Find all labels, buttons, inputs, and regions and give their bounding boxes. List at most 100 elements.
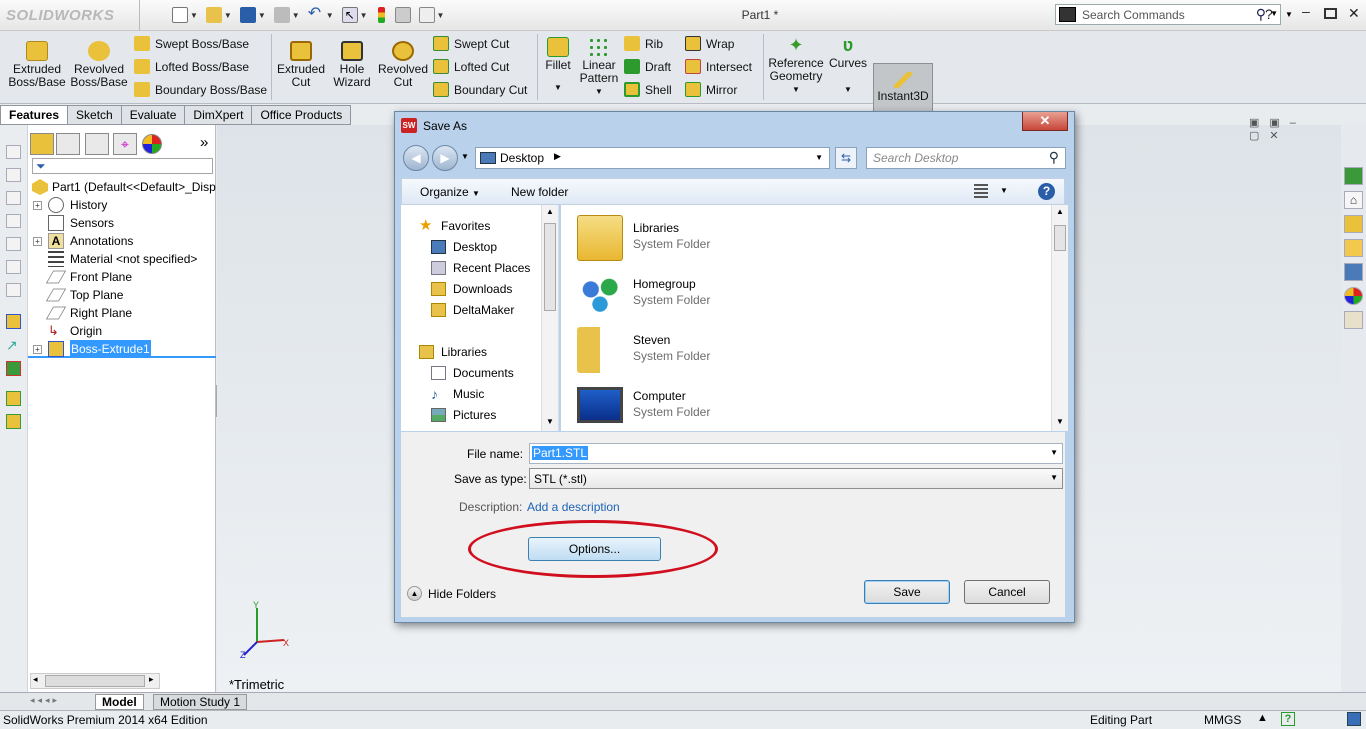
hole-wizard-button[interactable]: Hole Wizard	[328, 41, 376, 89]
select-icon[interactable]: ↖	[341, 7, 358, 23]
home-icon[interactable]: ⌂	[1344, 191, 1363, 209]
scroll-down-icon[interactable]: ▼	[1056, 417, 1064, 426]
feature-icon[interactable]	[6, 414, 21, 429]
tree-item-history[interactable]: + History	[28, 196, 216, 214]
file-item-steven[interactable]: Steven System Folder	[577, 325, 877, 377]
file-name-input[interactable]: Part1.STL ▼	[529, 443, 1063, 464]
scroll-down-icon[interactable]: ▼	[546, 417, 554, 426]
new-folder-button[interactable]: New folder	[511, 185, 568, 199]
print-icon[interactable]	[273, 7, 290, 23]
chevron-down-icon[interactable]: ▼	[258, 11, 266, 20]
extruded-cut-button[interactable]: Extruded Cut	[276, 41, 326, 89]
chevron-down-icon[interactable]: ▼	[326, 11, 334, 20]
tree-item-right-plane[interactable]: Right Plane	[28, 304, 216, 322]
new-document-icon[interactable]	[172, 7, 188, 23]
featuremanager-tab-icon[interactable]	[30, 133, 54, 155]
refresh-icon[interactable]: ⇆	[835, 147, 857, 169]
fillet-button[interactable]: Fillet ▼	[542, 37, 574, 94]
chevron-down-icon[interactable]: ▼	[190, 11, 198, 20]
tree-item-annotations[interactable]: + A Annotations	[28, 232, 216, 250]
dialog-close-button[interactable]: ✕	[1022, 112, 1068, 131]
view-cube-icon[interactable]	[6, 237, 21, 251]
nav-libraries[interactable]: Libraries	[401, 342, 541, 362]
view-cube-icon[interactable]	[6, 260, 21, 274]
configurationmanager-tab-icon[interactable]	[85, 133, 109, 155]
open-folder-icon[interactable]	[205, 7, 222, 23]
nav-deltamaker[interactable]: DeltaMaker	[401, 300, 541, 320]
tree-item-origin[interactable]: ↳ Origin	[28, 322, 216, 340]
tab-dimxpert[interactable]: DimXpert	[185, 105, 253, 125]
tree-item-front-plane[interactable]: Front Plane	[28, 268, 216, 286]
tab-features[interactable]: Features	[0, 105, 69, 125]
close-icon[interactable]: ✕	[1348, 5, 1360, 22]
expand-icon[interactable]: +	[33, 345, 42, 354]
address-location[interactable]: Desktop	[500, 151, 544, 165]
help-icon[interactable]: ?	[1038, 183, 1055, 200]
tab-nav-arrows[interactable]: ◂◂◂▸	[30, 695, 60, 706]
displaymanager-tab-icon[interactable]	[142, 134, 162, 154]
curves-button[interactable]: ʋ Curves ▼	[828, 35, 868, 96]
nav-favorites[interactable]: ★ Favorites	[401, 216, 541, 236]
viewport-window-controls[interactable]: ▣▣–▢✕	[1249, 116, 1341, 142]
extruded-boss-button[interactable]: Extruded Boss/Base	[8, 41, 66, 89]
search-commands[interactable]: Search Commands ⚲ ▼	[1055, 4, 1281, 25]
back-icon[interactable]: ◀	[403, 145, 429, 171]
view-cube-icon[interactable]	[6, 191, 21, 205]
shell-button[interactable]: Shell	[624, 82, 672, 97]
recent-locations-chevron-icon[interactable]: ▼	[461, 152, 469, 161]
view-cube-icon[interactable]	[6, 168, 21, 182]
tree-item-top-plane[interactable]: Top Plane	[28, 286, 216, 304]
chevron-down-icon[interactable]: ▼	[224, 11, 232, 20]
rebuild-icon[interactable]	[377, 7, 385, 23]
nav-scrollbar[interactable]: ▲ ▼	[541, 205, 558, 431]
file-name-dropdown-icon[interactable]: ▼	[1050, 448, 1058, 457]
add-description-link[interactable]: Add a description	[527, 500, 620, 514]
nav-music[interactable]: ♪ Music	[401, 384, 541, 404]
scroll-up-icon[interactable]: ▲	[1056, 207, 1064, 216]
propertymanager-tab-icon[interactable]	[56, 133, 80, 155]
mirror-button[interactable]: Mirror	[685, 82, 737, 97]
revolved-cut-button[interactable]: Revolved Cut	[378, 41, 428, 89]
reference-geometry-button[interactable]: ✦ Reference Geometry ▼	[768, 35, 824, 96]
tab-office-products[interactable]: Office Products	[252, 105, 352, 125]
breadcrumb-chevron-icon[interactable]: ▶	[554, 151, 561, 162]
cancel-button[interactable]: Cancel	[964, 580, 1050, 604]
forward-icon[interactable]: ▶	[432, 145, 458, 171]
chevron-down-icon[interactable]: ▼	[828, 83, 868, 96]
address-bar[interactable]: Desktop ▶ ▼	[475, 147, 830, 169]
quick-tips-icon[interactable]: ?	[1281, 712, 1295, 726]
scroll-thumb[interactable]	[45, 675, 145, 687]
swept-cut-button[interactable]: Swept Cut	[433, 36, 509, 51]
tab-sketch[interactable]: Sketch	[68, 105, 122, 125]
tree-item-material[interactable]: Material <not specified>	[28, 250, 216, 268]
file-item-homegroup[interactable]: Homegroup System Folder	[577, 269, 877, 321]
intersect-button[interactable]: Intersect	[685, 59, 752, 74]
wrap-button[interactable]: Wrap	[685, 36, 734, 51]
file-properties-icon[interactable]	[394, 7, 411, 23]
file-item-libraries[interactable]: Libraries System Folder	[577, 213, 877, 265]
sketch-icon[interactable]	[6, 314, 21, 329]
feature-tree-filter[interactable]: ⏷	[32, 158, 213, 174]
scroll-right-icon[interactable]: ▸	[149, 674, 154, 685]
design-library-icon[interactable]	[1344, 215, 1363, 233]
scroll-thumb[interactable]	[544, 223, 556, 311]
options-icon[interactable]	[418, 7, 435, 23]
view-cube-icon[interactable]	[6, 214, 21, 228]
scroll-thumb[interactable]	[1054, 225, 1066, 251]
chevron-down-icon[interactable]: ▼	[360, 11, 368, 20]
feature-tree-hscrollbar[interactable]: ◂ ▸	[30, 673, 160, 689]
swept-boss-button[interactable]: Swept Boss/Base	[134, 36, 249, 51]
custom-properties-icon[interactable]	[1344, 311, 1363, 329]
chevron-down-icon[interactable]: ▼	[768, 83, 824, 96]
scroll-left-icon[interactable]: ◂	[33, 674, 38, 685]
hide-folders-icon[interactable]: ▲	[407, 586, 422, 601]
undo-icon[interactable]: ↶	[308, 6, 324, 23]
chevron-down-icon[interactable]: ▼	[578, 85, 620, 98]
units-dropdown-icon[interactable]: ▲	[1257, 712, 1268, 724]
view-cube-icon[interactable]	[6, 145, 21, 159]
relations-icon[interactable]	[6, 361, 21, 376]
chevron-down-icon[interactable]: ▼	[292, 11, 300, 20]
nav-recent-places[interactable]: Recent Places	[401, 258, 541, 278]
save-as-type-dropdown-icon[interactable]: ▼	[1050, 473, 1058, 482]
view-dropdown-icon[interactable]: ▼	[1000, 186, 1008, 195]
